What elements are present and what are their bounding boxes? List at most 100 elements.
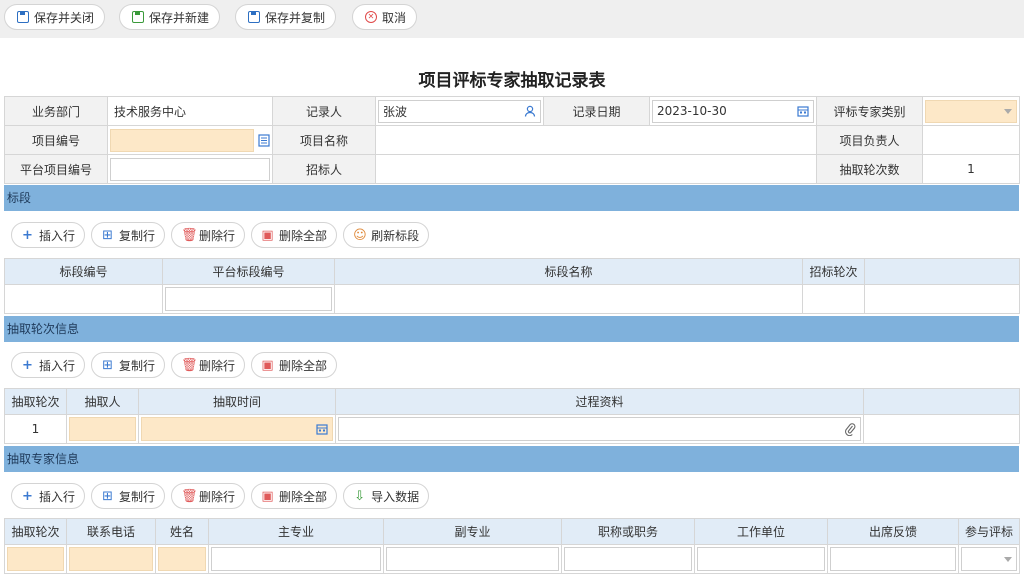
- rounds-insert-row-button[interactable]: + 插入行: [11, 352, 86, 378]
- experts-import-button[interactable]: ⇩ 导入数据: [343, 483, 430, 509]
- project-name-field[interactable]: [375, 125, 817, 155]
- lots-copy-row-button[interactable]: ⊞ 复制行: [91, 222, 166, 248]
- col-header: 职称或职务: [561, 518, 695, 545]
- plus-icon: +: [22, 357, 33, 373]
- plus-icon: +: [22, 227, 33, 243]
- insert-label: 插入行: [39, 358, 76, 373]
- insert-label: 插入行: [39, 228, 76, 243]
- minor-major-input[interactable]: [386, 547, 559, 571]
- chevron-down-icon: [1004, 556, 1012, 562]
- refresh-icon: ☺: [353, 227, 367, 243]
- save-new-icon: [132, 11, 144, 23]
- import-icon: ⇩: [354, 488, 366, 504]
- extra-cell: [864, 284, 1020, 314]
- delete-all-icon: ▣: [261, 488, 274, 504]
- col-header: 标段名称: [334, 258, 803, 285]
- tenderer-field[interactable]: [375, 154, 817, 184]
- date-field[interactable]: 2023-10-30: [652, 99, 814, 123]
- tender-round-cell[interactable]: [802, 284, 865, 314]
- attendance-input[interactable]: [830, 547, 956, 571]
- expert-round-input[interactable]: [7, 547, 64, 571]
- record-form: 业务部门 技术服务中心 记录人 张波 记录日期 2023-10-30 评标专家类…: [4, 96, 1020, 184]
- project-owner-field[interactable]: [922, 125, 1020, 155]
- paperclip-icon[interactable]: [844, 422, 856, 436]
- col-header: 主专业: [208, 518, 384, 545]
- save-icon: [17, 11, 29, 23]
- col-header: 副专业: [383, 518, 562, 545]
- project-owner-label: 项目负责人: [816, 125, 923, 155]
- participate-select[interactable]: [961, 547, 1017, 571]
- refresh-label: 刷新标段: [371, 228, 420, 243]
- rounds-copy-row-button[interactable]: ⊞ 复制行: [91, 352, 166, 378]
- process-file-input[interactable]: [338, 417, 861, 441]
- expert-type-select[interactable]: [925, 99, 1017, 123]
- delete-label: 删除行: [199, 489, 236, 504]
- tenderer-label: 招标人: [272, 154, 376, 184]
- save-new-label: 保存并新建: [149, 10, 210, 25]
- round-cell: 1: [4, 414, 67, 444]
- section-lots-header: 标段: [4, 185, 1019, 211]
- save-close-button[interactable]: 保存并关闭: [4, 4, 106, 30]
- platform-no-label: 平台项目编号: [4, 154, 108, 184]
- title-input[interactable]: [564, 547, 692, 571]
- lots-table: 标段编号 平台标段编号 标段名称 招标轮次: [4, 258, 1020, 314]
- col-header: 参与评标: [958, 518, 1020, 545]
- employer-input[interactable]: [697, 547, 825, 571]
- draw-time-input[interactable]: [141, 417, 333, 441]
- col-header: 姓名: [155, 518, 209, 545]
- col-header: 平台标段编号: [162, 258, 335, 285]
- lots-delete-all-button[interactable]: ▣ 删除全部: [251, 222, 338, 248]
- experts-copy-row-button[interactable]: ⊞ 复制行: [91, 483, 166, 509]
- date-label: 记录日期: [543, 96, 650, 126]
- experts-insert-row-button[interactable]: + 插入行: [11, 483, 86, 509]
- phone-input[interactable]: [69, 547, 153, 571]
- save-new-button[interactable]: 保存并新建: [119, 4, 221, 30]
- calendar-icon[interactable]: [316, 423, 328, 435]
- major-input[interactable]: [211, 547, 381, 571]
- trash-icon: 🗑: [181, 357, 198, 373]
- lots-refresh-button[interactable]: ☺ 刷新标段: [343, 222, 430, 248]
- date-value: 2023-10-30: [657, 104, 727, 118]
- recorder-field[interactable]: 张波: [378, 99, 541, 123]
- cancel-button[interactable]: ✕ 取消: [352, 4, 418, 30]
- experts-delete-all-button[interactable]: ▣ 删除全部: [251, 483, 338, 509]
- lots-insert-row-button[interactable]: + 插入行: [11, 222, 86, 248]
- copy-label: 复制行: [119, 358, 156, 373]
- table-row: [4, 284, 1020, 314]
- extra-cell: [863, 414, 1020, 444]
- cancel-icon: ✕: [365, 11, 377, 23]
- project-no-label: 项目编号: [4, 125, 108, 155]
- lot-no-cell[interactable]: [4, 284, 163, 314]
- experts-table: 抽取轮次 联系电话 姓名 主专业 副专业 职称或职务 工作单位 出席反馈 参与评…: [4, 518, 1020, 574]
- list-icon[interactable]: [258, 133, 270, 147]
- toolbar: 保存并关闭 保存并新建 保存并复制 ✕ 取消: [0, 0, 1024, 38]
- lots-delete-row-button[interactable]: 🗑 删除行: [171, 222, 246, 248]
- col-header: [864, 258, 1020, 285]
- lot-name-cell[interactable]: [334, 284, 803, 314]
- recorder-value: 张波: [383, 104, 408, 119]
- delete-label: 删除行: [199, 228, 236, 243]
- col-header: 出席反馈: [827, 518, 959, 545]
- calendar-icon[interactable]: [797, 105, 809, 117]
- user-icon[interactable]: [524, 105, 536, 117]
- trash-icon: 🗑: [181, 227, 198, 243]
- experts-delete-row-button[interactable]: 🗑 删除行: [171, 483, 246, 509]
- delete-all-label: 删除全部: [279, 489, 328, 504]
- rounds-delete-all-button[interactable]: ▣ 删除全部: [251, 352, 338, 378]
- rounds-value: 1: [922, 154, 1020, 184]
- delete-label: 删除行: [199, 358, 236, 373]
- platform-lot-no-input[interactable]: [165, 287, 332, 311]
- save-copy-icon: [248, 11, 260, 23]
- save-copy-button[interactable]: 保存并复制: [235, 4, 337, 30]
- col-header: 过程资料: [335, 388, 864, 415]
- name-input[interactable]: [158, 547, 206, 571]
- col-header: 标段编号: [4, 258, 163, 285]
- copy-label: 复制行: [119, 228, 156, 243]
- experts-button-row: + 插入行 ⊞ 复制行 🗑 删除行 ▣ 删除全部 ⇩ 导入数据: [4, 481, 430, 511]
- rounds-delete-row-button[interactable]: 🗑 删除行: [171, 352, 246, 378]
- platform-no-field[interactable]: [110, 157, 270, 181]
- project-no-field[interactable]: [110, 128, 254, 152]
- col-header: 联系电话: [66, 518, 156, 545]
- drawer-input[interactable]: [69, 417, 136, 441]
- col-header: 抽取轮次: [4, 518, 67, 545]
